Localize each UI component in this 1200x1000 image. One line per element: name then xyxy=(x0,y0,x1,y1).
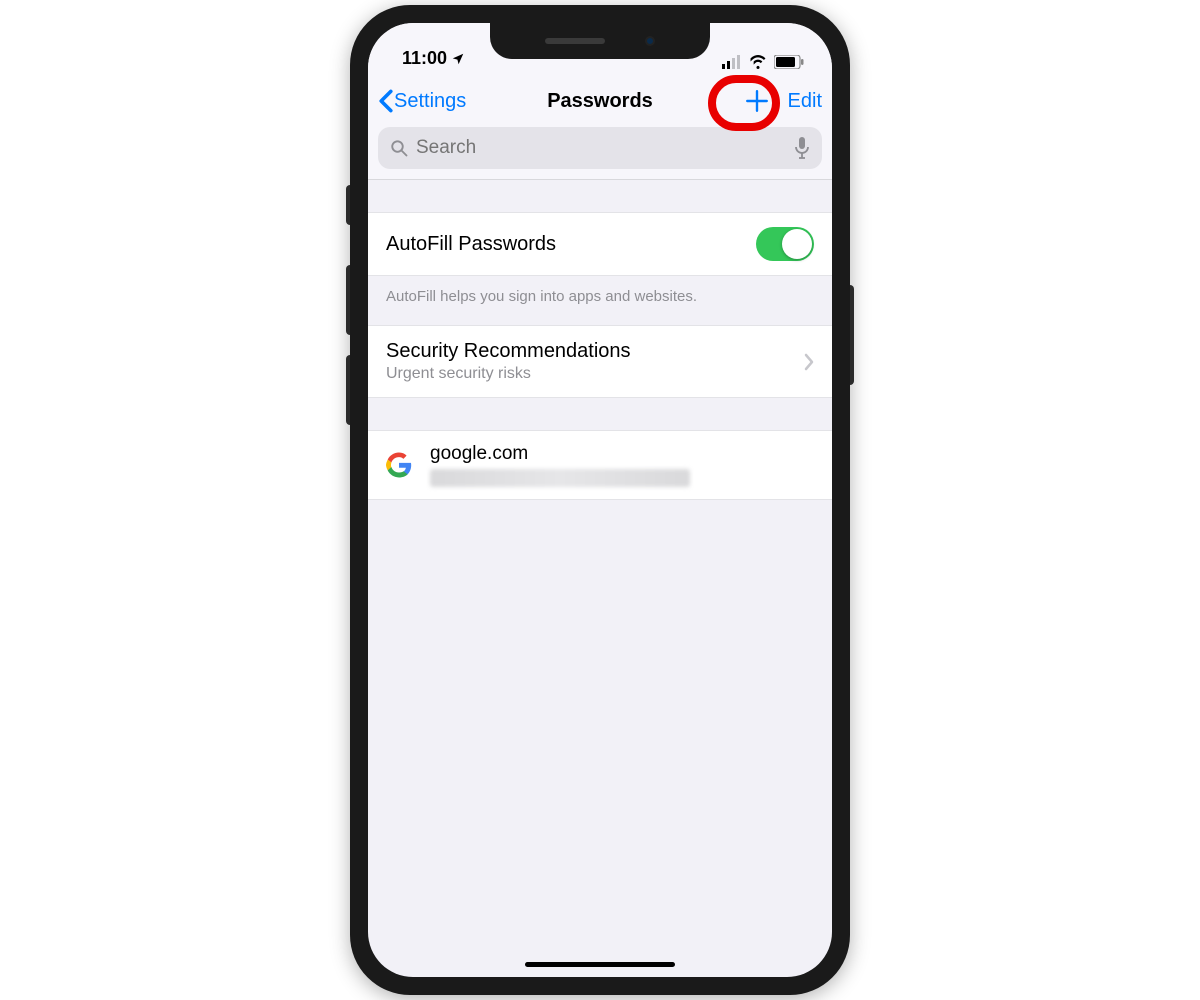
autofill-toggle-row[interactable]: AutoFill Passwords xyxy=(368,212,832,276)
entry-username-redacted xyxy=(430,469,690,487)
back-label: Settings xyxy=(394,90,466,113)
edit-button[interactable]: Edit xyxy=(788,90,822,113)
plus-icon xyxy=(744,88,770,114)
back-button[interactable]: Settings xyxy=(378,89,466,113)
security-title: Security Recommendations xyxy=(386,340,631,363)
phone-frame: 11:00 Settings Passwords xyxy=(350,5,850,995)
entry-site: google.com xyxy=(430,443,690,465)
nav-bar: Settings Passwords Edit xyxy=(368,73,832,180)
autofill-label: AutoFill Passwords xyxy=(386,233,556,256)
screen: 11:00 Settings Passwords xyxy=(368,23,832,977)
security-recommendations-row[interactable]: Security Recommendations Urgent security… xyxy=(368,325,832,398)
location-icon xyxy=(451,52,465,66)
chevron-left-icon xyxy=(378,89,394,113)
status-time: 11:00 xyxy=(402,48,447,69)
notch xyxy=(490,23,710,59)
search-bar[interactable] xyxy=(378,127,822,169)
chevron-right-icon xyxy=(804,353,814,371)
security-subtitle: Urgent security risks xyxy=(386,365,631,383)
autofill-footer: AutoFill helps you sign into apps and we… xyxy=(368,276,832,325)
content: AutoFill Passwords AutoFill helps you si… xyxy=(368,180,832,500)
add-button[interactable] xyxy=(744,88,770,114)
cellular-icon xyxy=(722,55,742,69)
wifi-icon xyxy=(748,55,768,69)
autofill-toggle[interactable] xyxy=(756,227,814,261)
home-indicator[interactable] xyxy=(525,962,675,967)
google-icon xyxy=(386,452,412,478)
password-entry-row[interactable]: google.com xyxy=(368,430,832,500)
search-icon xyxy=(390,139,408,157)
search-input[interactable] xyxy=(416,137,786,159)
mic-icon[interactable] xyxy=(794,137,810,159)
battery-icon xyxy=(774,55,804,69)
page-title: Passwords xyxy=(547,90,653,113)
